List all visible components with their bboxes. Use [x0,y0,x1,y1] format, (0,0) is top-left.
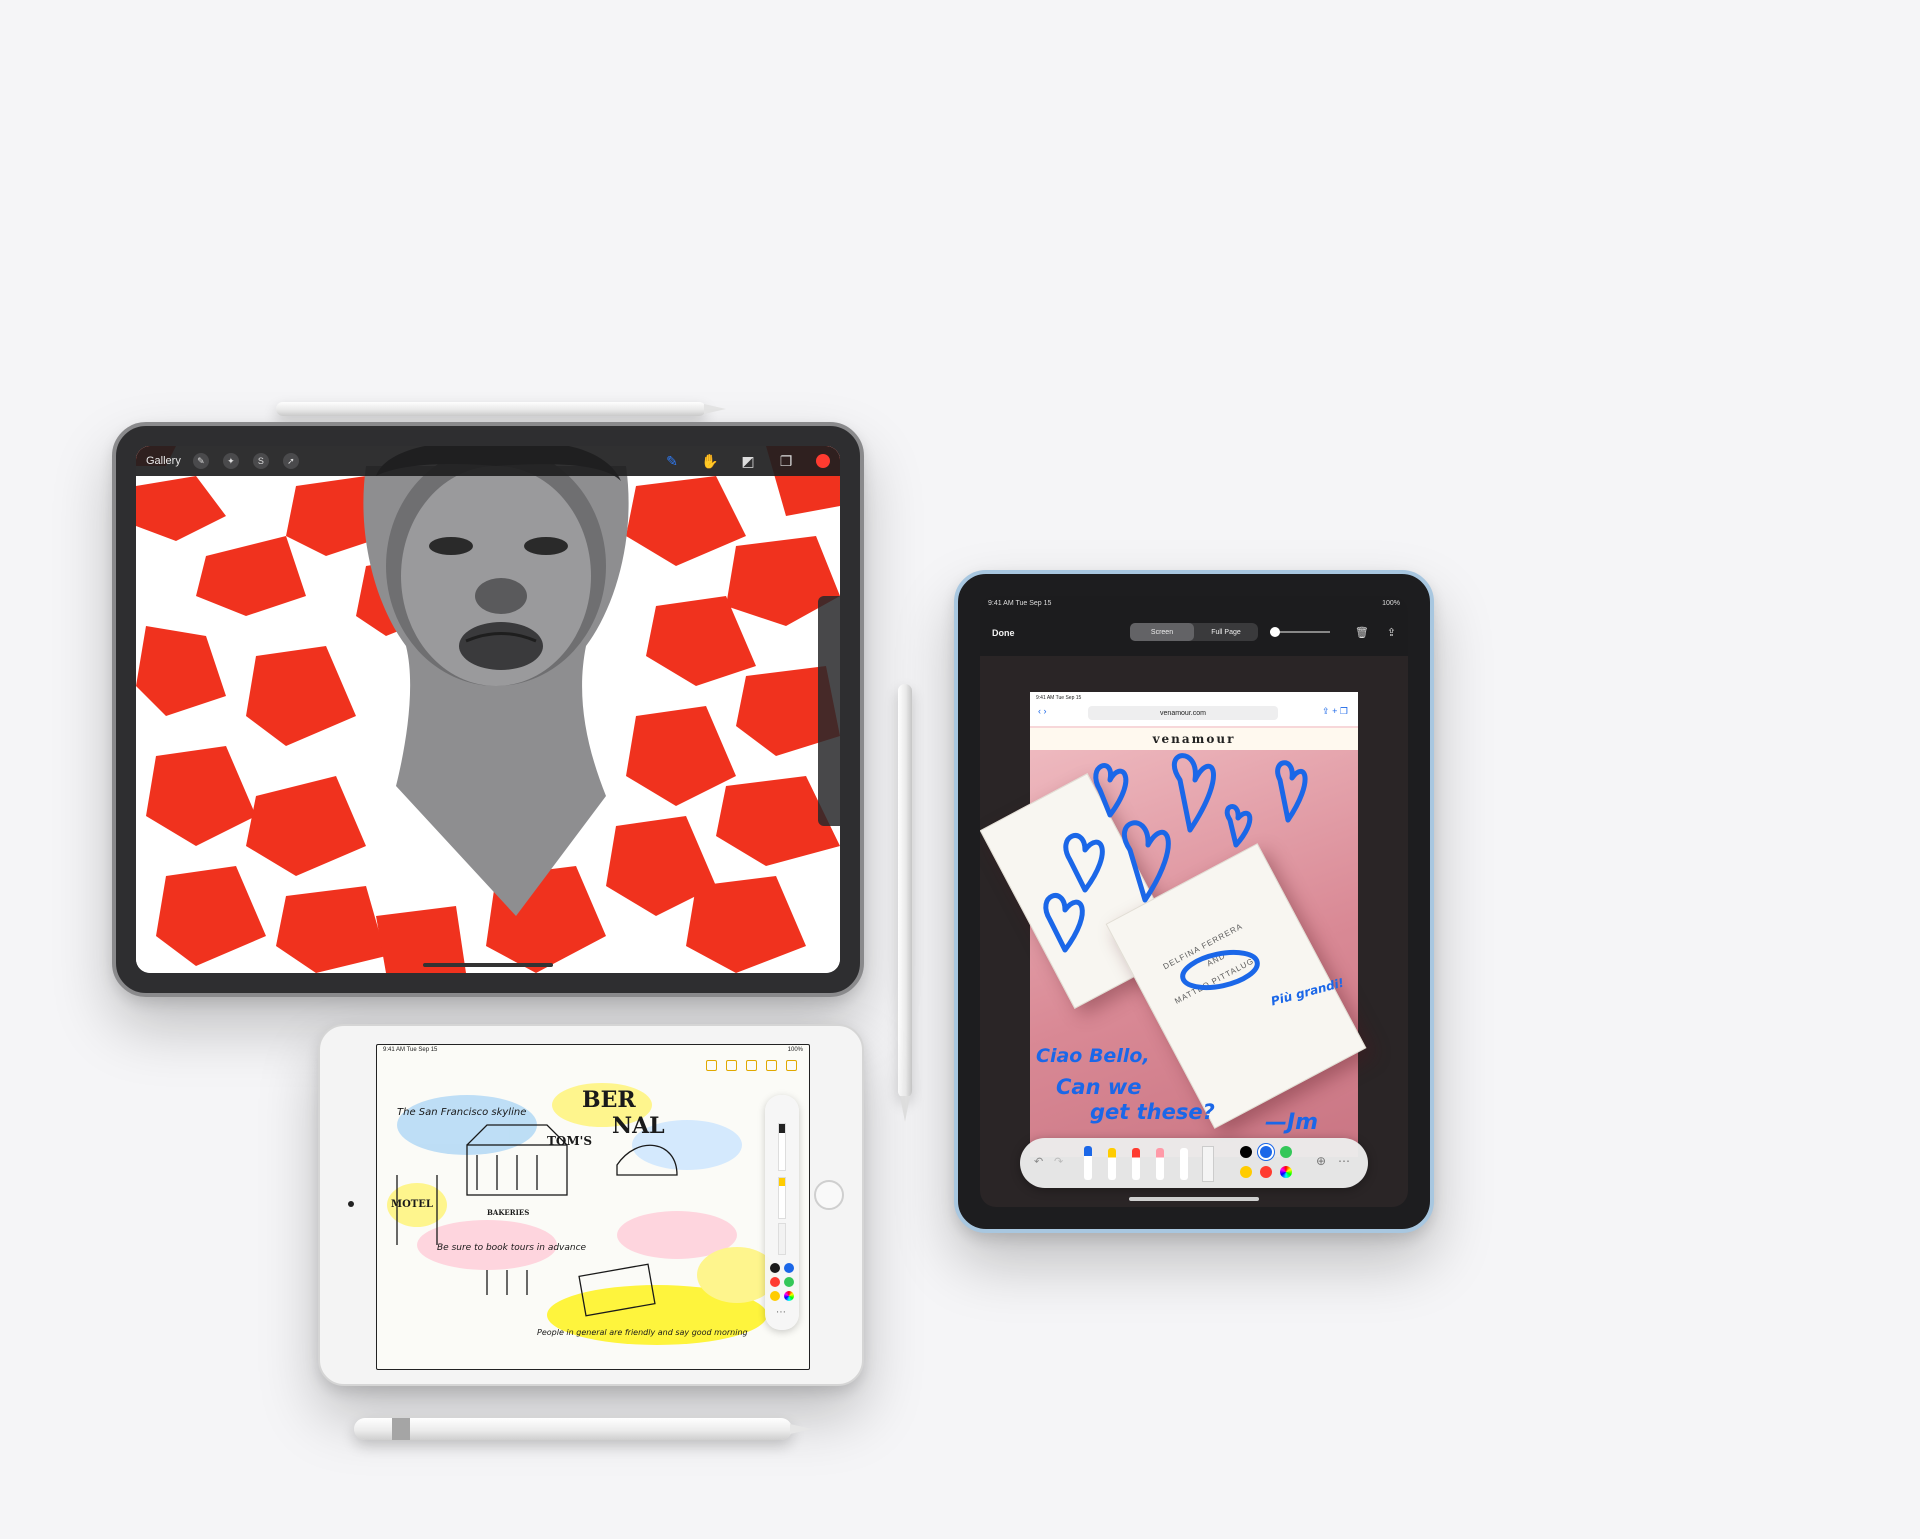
gallery-button[interactable]: Gallery [146,455,181,467]
safari-status-time: 9:41 AM Tue Sep 15 [1036,695,1082,701]
status-bar: 9:41 AM Tue Sep 15 100% [988,600,1400,607]
eraser-tool-icon[interactable] [1156,1148,1164,1180]
opacity-slider[interactable] [1270,627,1330,637]
title-nal: NAL [612,1113,665,1139]
markup-top-bar: 9:41 AM Tue Sep 15 100% Done Screen Full… [980,596,1408,656]
notes-tool-palette: ⋯ [765,1095,799,1330]
color-yellow[interactable] [770,1291,780,1301]
color-wheel-icon[interactable] [1280,1166,1292,1178]
safari-toolbar: 9:41 AM Tue Sep 15 ‹ › venamour.com ⇪ + … [1030,692,1358,726]
status-battery: 100% [1382,600,1400,607]
highlighter-tool-icon[interactable] [1108,1148,1116,1180]
back-forward-icon[interactable]: ‹ › [1038,706,1047,716]
color-red[interactable] [770,1277,780,1287]
color-swatch-blue[interactable] [1260,1146,1272,1158]
ipad-air: 9:41 AM Tue Sep 15 100% Done Screen Full… [954,570,1434,1233]
motel-sign: MOTEL [391,1199,433,1210]
apple-pencil-top [276,402,706,416]
color-black[interactable] [770,1263,780,1273]
ipad-pro-screen: Gallery ✎ ✦ S ➚ ✎ ✋ ◩ ❐ [136,446,840,973]
color-swatch-red[interactable] [1260,1166,1272,1178]
marker-tool-icon[interactable] [778,1177,786,1219]
handwritten-line-1: Ciao Bello, [1036,1045,1150,1067]
sketch-notes-drawing: The San Francisco skyline Be sure to boo… [387,1083,777,1345]
handwritten-line-3: get these? [1090,1100,1215,1124]
share-icon[interactable]: ⇪ [1387,626,1396,639]
color-swatch-black[interactable] [1240,1146,1252,1158]
transform-icon[interactable]: ➚ [282,453,299,469]
pen-tool-icon[interactable] [1084,1146,1092,1180]
handwritten-signature: —Jm [1265,1110,1319,1135]
home-button[interactable] [814,1180,844,1210]
handwritten-line-2: Can we [1056,1075,1142,1099]
apple-pencil-vertical-tip [900,1096,910,1122]
ipad-air-screen: 9:41 AM Tue Sep 15 100% Done Screen Full… [980,596,1408,1207]
redo-icon[interactable]: ↷ [1054,1155,1063,1168]
more-options-icon[interactable]: ⋯ [1338,1154,1350,1168]
eraser-icon[interactable]: ◩ [740,453,756,469]
color-picker-button[interactable] [816,454,830,468]
screenshot-mode-segmented-control: Screen Full Page [1130,623,1258,641]
selection-icon[interactable]: S [252,453,269,469]
layers-icon[interactable]: ❐ [778,453,794,469]
ruler-tool-icon[interactable] [778,1223,786,1255]
markup-tool-palette: ↶ ↷ ⊕ ⋯ [1020,1138,1368,1188]
wrench-icon[interactable]: ✎ [192,453,209,469]
pen-tool-icon[interactable] [778,1123,786,1171]
url-field[interactable]: venamour.com [1088,706,1278,720]
brush-icon[interactable]: ✎ [664,453,680,469]
color-swatch-yellow[interactable] [1240,1166,1252,1178]
apple-pencil-bottom-band [392,1418,410,1440]
front-camera [348,1201,354,1207]
webpage-screenshot: 9:41 AM Tue Sep 15 ‹ › venamour.com ⇪ + … [980,692,1367,1157]
apple-pencil-bottom-tip [790,1424,812,1434]
lasso-tool-icon[interactable] [1180,1148,1188,1180]
pencil-tool-icon[interactable] [1132,1148,1140,1180]
apple-pencil-top-tip [704,404,726,414]
markup-actions: 🗑 ⇪ [1355,626,1396,639]
undo-icon[interactable]: ↶ [1034,1155,1043,1168]
label-toms: TOM'S [547,1134,592,1148]
magic-wand-icon[interactable]: ✦ [222,453,239,469]
add-shape-icon[interactable]: ⊕ [1316,1154,1326,1168]
apple-pencil-vertical [898,684,912,1098]
smudge-icon[interactable]: ✋ [701,453,718,469]
red-pattern-artwork [136,446,840,973]
segment-full-page[interactable]: Full Page [1194,623,1258,641]
procreate-toolbar: Gallery ✎ ✦ S ➚ ✎ ✋ ◩ ❐ [136,446,840,476]
status-time: 9:41 AM Tue Sep 15 [988,600,1052,607]
trash-icon[interactable]: 🗑 [1355,626,1369,639]
note-skyline: The San Francisco skyline [397,1107,526,1118]
invitation-photo: DELFINA FERRERA AND MATTEO PITTALUGA Più… [980,750,1367,1157]
home-indicator [1129,1197,1259,1201]
color-green[interactable] [784,1277,794,1287]
note-friendly: People in general are friendly and say g… [537,1328,748,1337]
ipad-mini: 9:41 AM Tue Sep 15 100% The San Francisc… [318,1024,864,1386]
site-brand: venamour [1030,728,1358,750]
ruler-tool-icon[interactable] [1202,1146,1214,1182]
color-swatch-green[interactable] [1280,1146,1292,1158]
segment-screen[interactable]: Screen [1130,623,1194,641]
title-ber: BER [582,1087,636,1113]
done-button[interactable]: Done [992,628,1015,638]
more-options-icon[interactable]: ⋯ [776,1307,786,1318]
tabs-icon[interactable]: ⇪ + ❐ [1322,706,1348,717]
apple-pencil-bottom [354,1418,792,1440]
ipad-mini-screen: 9:41 AM Tue Sep 15 100% The San Francisc… [376,1044,810,1370]
label-bakeries: BAKERIES [487,1208,529,1217]
note-book-tours: Be sure to book tours in advance [437,1243,587,1253]
brush-size-slider[interactable] [818,596,840,826]
home-indicator [423,963,553,967]
color-blue[interactable] [784,1263,794,1273]
ipad-pro: Gallery ✎ ✦ S ➚ ✎ ✋ ◩ ❐ [112,422,864,997]
color-wheel-icon[interactable] [784,1291,794,1301]
